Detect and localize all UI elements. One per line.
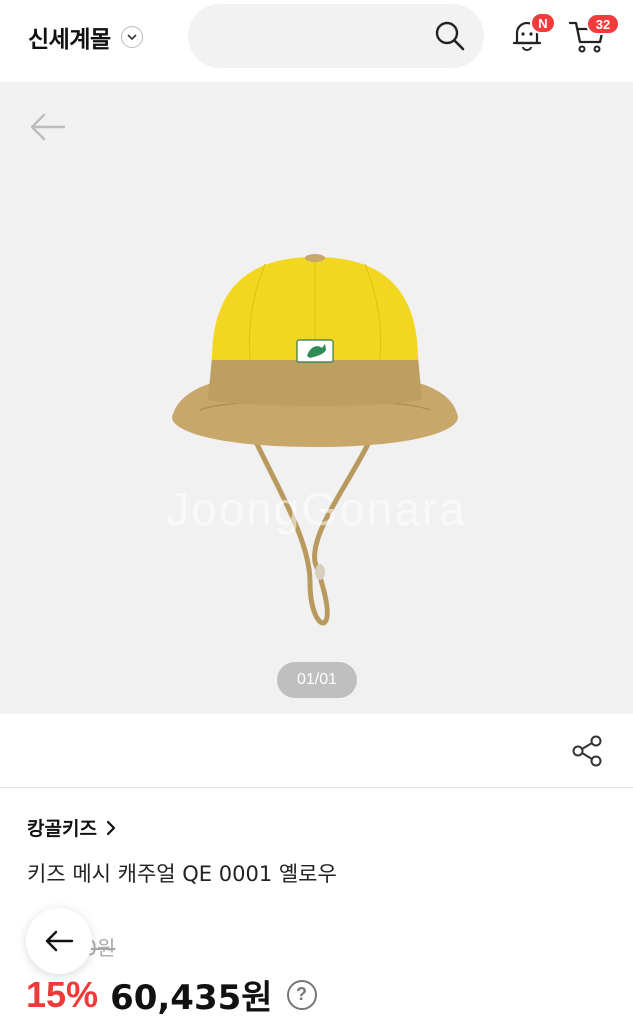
share-bar [0,714,633,788]
brand-label: 캉골키즈 [27,818,97,840]
brand-link[interactable]: 캉골키즈 [27,814,117,841]
sale-price: 60,435원 [110,978,273,1018]
top-header: 신세계몰 N 32 [0,0,633,82]
floating-back-button[interactable] [26,908,92,974]
search-icon[interactable] [434,20,466,52]
chevron-down-icon [120,26,143,48]
product-image [172,254,458,626]
watermark: JoongGonara [166,483,467,535]
brand-selector[interactable]: 신세계몰 [28,20,143,54]
search-input[interactable] [188,4,484,68]
cart-count-badge: 32 [586,13,620,35]
product-title: 키즈 메시 캐주얼 QE 0001 옐로우 [27,862,337,886]
chevron-right-icon [106,820,116,835]
image-counter: 01/01 [277,662,357,698]
discount-rate: 15% [26,973,99,1015]
help-icon[interactable]: ? [286,979,317,1010]
price-row: 15% 60,435원 ? [26,970,317,1019]
brand-name: 신세계몰 [28,27,111,53]
share-icon[interactable] [571,734,603,768]
product-image-gallery[interactable]: JoongGonara 01/01 [0,82,633,714]
arrow-left-icon [45,930,74,952]
notification-badge: N [530,12,556,34]
arrow-left-icon[interactable] [28,112,66,142]
